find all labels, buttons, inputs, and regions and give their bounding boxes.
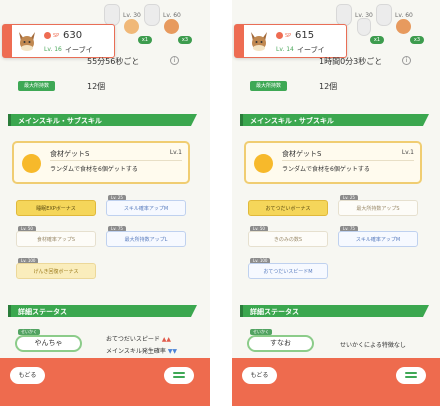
max-carry-label: 最大所持数	[250, 81, 288, 91]
menu-icon	[405, 372, 417, 374]
sub-skill-badge[interactable]: おてつだいスピードM	[248, 263, 328, 279]
main-skill-name: 食材ゲットS	[50, 150, 90, 158]
main-skill-name: 食材ゲットS	[282, 150, 322, 158]
help-time-value: 1時間0分3秒ごと	[319, 57, 383, 66]
main-skill-desc: ランダムで食材を6個ゲットする	[282, 166, 370, 173]
ingredient-jar-icon	[376, 4, 392, 26]
effect-none-label: せいかくによる特徴なし	[340, 342, 406, 349]
sub-skill-badge[interactable]: 食材確率アップS	[16, 231, 96, 247]
max-carry-value: 12個	[319, 82, 338, 91]
main-skill-icon	[22, 154, 41, 173]
sub-skill-badge[interactable]: おてつだいボーナス	[248, 200, 328, 216]
pokemon-name: イーブイ	[297, 46, 325, 54]
sub-skill-badge[interactable]: スキル確率アップM	[106, 200, 186, 216]
menu-icon	[405, 376, 417, 378]
divider	[282, 160, 414, 161]
effect-up-label: おてつだいスピード	[106, 336, 160, 343]
menu-button[interactable]	[396, 367, 426, 384]
max-carry-value: 12個	[87, 82, 106, 91]
eevee-icon	[19, 32, 35, 51]
sp-label: SP	[53, 33, 60, 39]
main-skill-icon	[254, 154, 273, 173]
ingredient-count: x1	[138, 36, 152, 44]
sub-skill-badge[interactable]: きのみの数S	[248, 231, 328, 247]
sp-icon	[44, 32, 51, 39]
pokemon-card[interactable]: SP 615 Lv. 14 イーブイ	[234, 24, 347, 58]
main-skill-desc: ランダムで食材を6個ゲットする	[50, 166, 138, 173]
sub-skill-badge[interactable]: 睡眠EXPボーナス	[16, 200, 96, 216]
section-title: メインスキル・サブスキル	[250, 117, 334, 125]
menu-icon	[173, 376, 185, 378]
pokemon-level: Lv. 14	[276, 46, 294, 53]
sp-value: 630	[63, 30, 83, 41]
ingredient-jar-icon	[357, 18, 371, 36]
section-header-skills: メインスキル・サブスキル	[8, 114, 197, 126]
section-title: メインスキル・サブスキル	[18, 117, 102, 125]
pokemon-name: イーブイ	[65, 46, 93, 54]
sub-skill-badge[interactable]: スキル確率アップM	[338, 231, 418, 247]
card-accent-bar	[235, 25, 244, 57]
pokemon-level: Lv. 16	[44, 46, 62, 53]
ingredient-level: Lv. 60	[163, 12, 181, 19]
down-arrows-icon: ▼▼	[167, 348, 178, 355]
sp-label: SP	[285, 33, 292, 39]
section-title: 詳細ステータス	[250, 308, 299, 316]
effect-up-line: おてつだいスピード ▲▲	[106, 334, 171, 343]
back-button[interactable]: もどる	[10, 367, 45, 384]
back-button[interactable]: もどる	[242, 367, 277, 384]
ingredient-icon	[164, 19, 179, 34]
section-header-skills: メインスキル・サブスキル	[240, 114, 429, 126]
ingredient-icon	[396, 19, 411, 34]
main-skill-level: Lv.1	[401, 149, 414, 156]
sp-icon	[276, 32, 283, 39]
ingredient-count: x1	[370, 36, 384, 44]
nature-pill[interactable]: すなお	[247, 335, 314, 352]
main-skill-level: Lv.1	[169, 149, 182, 156]
sp-value: 615	[295, 30, 315, 41]
sub-skill-badge[interactable]: 最大所持数アップS	[338, 200, 418, 216]
section-title: 詳細ステータス	[18, 308, 67, 316]
max-carry-label: 最大所持数	[18, 81, 56, 91]
effect-down-line: メインスキル発生確率 ▼▼	[106, 346, 177, 355]
eevee-icon	[251, 32, 267, 51]
ingredient-count: x3	[178, 36, 192, 44]
pokemon-detail-panel-right: Lv. 30 x1 Lv. 60 x3 SP 615 Lv. 14 イーブイ 1…	[232, 0, 440, 406]
sub-skill-badge[interactable]: 最大所持数アップL	[106, 231, 186, 247]
ingredient-level: Lv. 30	[123, 12, 141, 19]
sub-skill-badge[interactable]: げんき回復ボーナス	[16, 263, 96, 279]
ingredient-count: x3	[410, 36, 424, 44]
ingredient-level: Lv. 60	[395, 12, 413, 19]
ingredient-jar-icon	[144, 4, 160, 26]
pokemon-card[interactable]: SP 630 Lv. 16 イーブイ	[2, 24, 115, 58]
help-time-value: 55分56秒ごと	[87, 57, 140, 66]
card-accent-bar	[3, 25, 12, 57]
divider	[50, 160, 182, 161]
info-icon[interactable]: i	[170, 56, 179, 65]
ingredient-icon	[124, 19, 139, 34]
pokemon-detail-panel-left: Lv. 30 x1 Lv. 60 x3 SP 630 Lv. 16 イーブイ 5…	[0, 0, 210, 406]
nature-pill[interactable]: やんちゃ	[15, 335, 82, 352]
up-arrows-icon: ▲▲	[161, 336, 172, 343]
menu-icon	[173, 372, 185, 374]
ingredient-jar-icon	[336, 4, 352, 26]
section-header-detail: 詳細ステータス	[8, 305, 197, 317]
info-icon[interactable]: i	[402, 56, 411, 65]
menu-button[interactable]	[164, 367, 194, 384]
main-skill-card[interactable]: 食材ゲットS Lv.1 ランダムで食材を6個ゲットする	[244, 141, 422, 184]
main-skill-card[interactable]: 食材ゲットS Lv.1 ランダムで食材を6個ゲットする	[12, 141, 190, 184]
section-header-detail: 詳細ステータス	[240, 305, 429, 317]
effect-down-label: メインスキル発生確率	[106, 348, 166, 355]
ingredient-jar-icon	[104, 4, 120, 26]
